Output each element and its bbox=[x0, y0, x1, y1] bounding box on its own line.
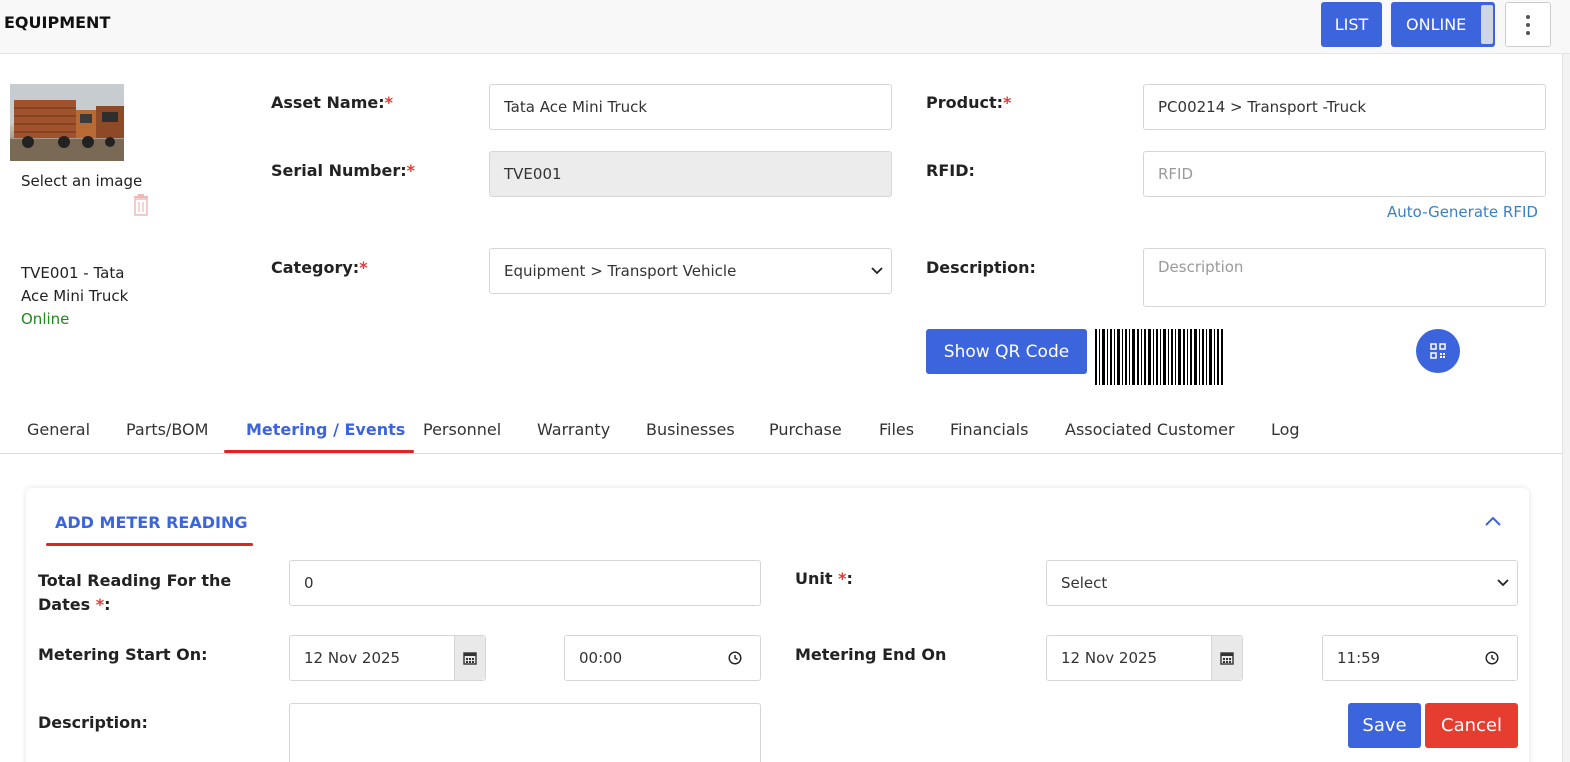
tab-businesses[interactable]: Businesses bbox=[646, 420, 735, 439]
description-input[interactable]: Description bbox=[1143, 248, 1546, 307]
more-vertical-icon bbox=[1526, 14, 1530, 19]
metering-start-label: Metering Start On: bbox=[38, 645, 208, 664]
chevron-down-icon bbox=[1497, 579, 1509, 587]
trash-icon[interactable] bbox=[131, 194, 151, 220]
asset-summary-line2: Ace Mini Truck bbox=[21, 287, 129, 305]
online-label: ONLINE bbox=[1406, 15, 1467, 34]
category-label: Category:* bbox=[271, 258, 368, 277]
list-button[interactable]: LIST bbox=[1321, 2, 1382, 47]
show-qr-code-button[interactable]: Show QR Code bbox=[926, 329, 1087, 374]
tab-financials[interactable]: Financials bbox=[950, 420, 1028, 439]
tab-bar: General Parts/BOM Metering / Events Pers… bbox=[0, 407, 1562, 454]
end-time-input[interactable]: 11:59 bbox=[1322, 635, 1518, 681]
select-image-link[interactable]: Select an image bbox=[21, 172, 142, 190]
asset-name-label: Asset Name:* bbox=[271, 93, 393, 112]
auto-generate-rfid-link[interactable]: Auto-Generate RFID bbox=[1387, 203, 1538, 221]
start-date-calendar-button[interactable] bbox=[454, 636, 485, 680]
start-time-input[interactable]: 00:00 bbox=[564, 635, 761, 681]
qr-code-button[interactable] bbox=[1416, 329, 1460, 373]
asset-summary: TVE001 - Tata Ace Mini Truck Online bbox=[21, 262, 141, 331]
barcode-image bbox=[1095, 329, 1223, 385]
meter-reading-title: ADD METER READING bbox=[55, 513, 248, 532]
start-time-value: 00:00 bbox=[579, 649, 623, 667]
metering-end-label: Metering End On bbox=[795, 645, 947, 664]
total-reading-label: Total Reading For the Dates *: bbox=[38, 571, 232, 614]
qr-code-icon bbox=[1430, 343, 1446, 359]
tab-log[interactable]: Log bbox=[1271, 420, 1300, 439]
asset-image[interactable] bbox=[10, 84, 124, 161]
clock-icon bbox=[1485, 651, 1499, 665]
tab-personnel[interactable]: Personnel bbox=[423, 420, 501, 439]
tab-warranty[interactable]: Warranty bbox=[537, 420, 610, 439]
product-input[interactable]: PC00214 > Transport -Truck bbox=[1143, 84, 1546, 130]
scrollbar[interactable] bbox=[1562, 54, 1570, 762]
calendar-icon bbox=[463, 652, 477, 665]
end-time-value: 11:59 bbox=[1337, 649, 1381, 667]
tab-general[interactable]: General bbox=[27, 420, 90, 439]
unit-label: Unit *: bbox=[795, 569, 853, 588]
active-tab-indicator bbox=[224, 450, 414, 453]
toggle-knob bbox=[1481, 5, 1493, 44]
end-date-input[interactable]: 12 Nov 2025 bbox=[1046, 635, 1243, 681]
meter-title-underline bbox=[46, 543, 253, 546]
rfid-input[interactable]: RFID bbox=[1143, 151, 1546, 197]
cancel-button[interactable]: Cancel bbox=[1425, 703, 1518, 748]
meter-description-input[interactable] bbox=[289, 703, 761, 762]
category-value: Equipment > Transport Vehicle bbox=[504, 262, 737, 280]
meter-reading-card bbox=[26, 488, 1529, 762]
description-label: Description: bbox=[926, 258, 1036, 277]
calendar-icon bbox=[1220, 652, 1234, 665]
asset-summary-line1: TVE001 - Tata bbox=[21, 264, 125, 282]
asset-status: Online bbox=[21, 310, 70, 328]
asset-name-input[interactable]: Tata Ace Mini Truck bbox=[489, 84, 892, 130]
end-date-calendar-button[interactable] bbox=[1211, 636, 1242, 680]
rfid-label: RFID: bbox=[926, 161, 975, 180]
tab-files[interactable]: Files bbox=[879, 420, 914, 439]
more-options-button[interactable] bbox=[1505, 2, 1551, 47]
end-date-value: 12 Nov 2025 bbox=[1061, 649, 1158, 667]
category-select[interactable]: Equipment > Transport Vehicle bbox=[489, 248, 892, 294]
page-title: EQUIPMENT bbox=[4, 13, 111, 32]
online-toggle-button[interactable]: ONLINE bbox=[1391, 2, 1495, 47]
start-date-input[interactable]: 12 Nov 2025 bbox=[289, 635, 486, 681]
chevron-up-icon[interactable] bbox=[1484, 515, 1502, 527]
chevron-down-icon bbox=[871, 267, 883, 275]
save-button[interactable]: Save bbox=[1348, 703, 1421, 748]
tab-purchase[interactable]: Purchase bbox=[769, 420, 842, 439]
product-label: Product:* bbox=[926, 93, 1012, 112]
tab-associated-customer[interactable]: Associated Customer bbox=[1065, 420, 1235, 439]
start-date-value: 12 Nov 2025 bbox=[304, 649, 401, 667]
serial-number-label: Serial Number:* bbox=[271, 161, 416, 180]
clock-icon bbox=[728, 651, 742, 665]
truck-photo bbox=[10, 84, 124, 161]
total-reading-input[interactable]: 0 bbox=[289, 560, 761, 606]
tab-parts-bom[interactable]: Parts/BOM bbox=[126, 420, 208, 439]
page-header: EQUIPMENT LIST ONLINE bbox=[0, 0, 1570, 54]
meter-description-label: Description: bbox=[38, 713, 148, 732]
unit-value: Select bbox=[1061, 574, 1108, 592]
serial-number-input: TVE001 bbox=[489, 151, 892, 197]
tab-metering-events[interactable]: Metering / Events bbox=[246, 420, 405, 439]
unit-select[interactable]: Select bbox=[1046, 560, 1518, 606]
